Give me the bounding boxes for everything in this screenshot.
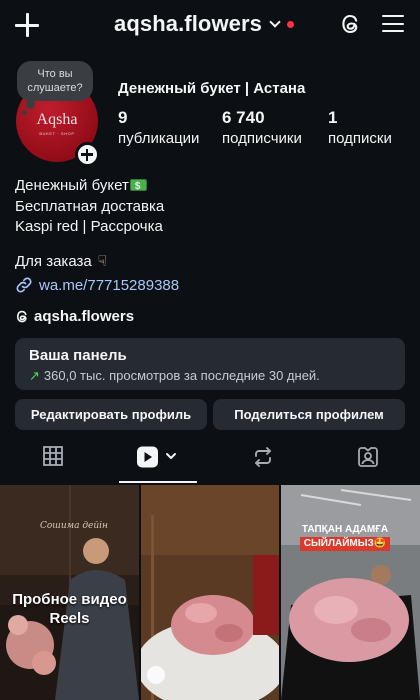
pointing-hand-icon: ☟ <box>97 253 107 270</box>
link-text[interactable]: wa.me/77715289388 <box>39 277 179 294</box>
stat-number: 1 <box>328 108 338 127</box>
trend-up-icon: ↗ <box>29 368 40 383</box>
plus-icon[interactable] <box>14 12 40 38</box>
top-bar: aqsha.flowers <box>0 0 420 50</box>
bio-link[interactable]: wa.me/77715289388 <box>15 276 179 294</box>
account-switcher[interactable]: aqsha.flowers <box>114 11 295 37</box>
link-icon <box>16 277 32 293</box>
stat-label: подписчики <box>222 130 302 147</box>
stat-posts[interactable]: 9 публикации <box>118 108 199 148</box>
reel-thumbnail <box>281 485 420 700</box>
money-icon <box>129 177 147 198</box>
share-profile-button[interactable]: Поделиться профилем <box>213 399 405 430</box>
avatar-subtitle: BUKET · SHOP <box>39 131 75 136</box>
note-bubble[interactable]: Что вы слушаете? <box>17 61 93 101</box>
avatar-logo: Aqsha <box>36 111 78 128</box>
grid-icon <box>42 446 63 466</box>
dashboard-subtitle: ↗ 360,0 тыс. просмотров за последние 30 … <box>29 367 391 385</box>
notification-dot <box>287 21 295 28</box>
active-tab-indicator <box>119 481 197 483</box>
reposts-icon <box>254 447 271 467</box>
stat-label: публикации <box>118 130 200 147</box>
reel-overlay-text: Сошима дейін <box>40 521 108 531</box>
stat-label: подписки <box>328 130 392 147</box>
dashboard-title: Ваша панель <box>29 347 127 364</box>
order-text: Для заказа <box>15 253 92 270</box>
full-name: Денежный букет | Астана <box>118 80 306 97</box>
tab-grid[interactable] <box>0 446 105 484</box>
threads-handle: aqsha.flowers <box>34 308 135 325</box>
note-tail <box>26 100 35 109</box>
reel-banner: ТАПҚАН АДАМҒА СЫЙЛАЙМЫЗ🤩 <box>291 524 399 551</box>
reels-icon <box>136 446 176 468</box>
stat-following[interactable]: 1 подписки <box>328 108 392 148</box>
dashboard-views: 360,0 тыс. просмотров за последние 30 дн… <box>43 368 320 383</box>
reel-tile[interactable]: ТАПҚАН АДАМҒА СЫЙЛАЙМЫЗ🤩 <box>281 485 420 700</box>
tab-tagged[interactable] <box>315 446 420 484</box>
tab-reels[interactable] <box>105 446 210 484</box>
stat-number: 9 <box>118 108 128 127</box>
add-story-icon[interactable] <box>75 142 100 167</box>
banner-line: СЫЙЛАЙМЫЗ🤩 <box>299 537 391 551</box>
stat-number: 6 740 <box>222 108 265 127</box>
bio-line: Kaspi red | Рассрочка <box>15 218 163 235</box>
bio-line: Денежный букет <box>15 177 129 194</box>
professional-dashboard[interactable]: Ваша панель ↗ 360,0 тыс. просмотров за п… <box>15 338 405 390</box>
threads-icon <box>16 310 27 323</box>
edit-profile-button[interactable]: Редактировать профиль <box>15 399 207 430</box>
reel-caption: Пробное видео Reels <box>12 591 127 627</box>
order-line: Для заказа ☟ <box>15 252 107 270</box>
bio-line: Бесплатная доставка <box>15 197 165 215</box>
banner-line: ТАПҚАН АДАМҒА <box>301 524 389 535</box>
bio: Денежный букет Бесплатная доставка Kaspi… <box>15 176 164 238</box>
stat-followers[interactable]: 6 740 подписчики <box>222 108 302 148</box>
reel-tile[interactable]: Сошима дейін Пробное видео Reels <box>0 485 139 700</box>
chevron-down-icon <box>269 15 281 28</box>
tagged-icon <box>357 447 378 467</box>
username: aqsha.flowers <box>114 11 263 36</box>
threads-link[interactable]: aqsha.flowers <box>15 308 134 325</box>
threads-icon[interactable] <box>339 12 363 36</box>
tab-reposts[interactable] <box>210 446 315 484</box>
note-tail <box>22 110 27 115</box>
menu-icon[interactable] <box>382 15 404 33</box>
reel-tile[interactable] <box>141 485 279 700</box>
reel-thumbnail <box>141 485 279 700</box>
